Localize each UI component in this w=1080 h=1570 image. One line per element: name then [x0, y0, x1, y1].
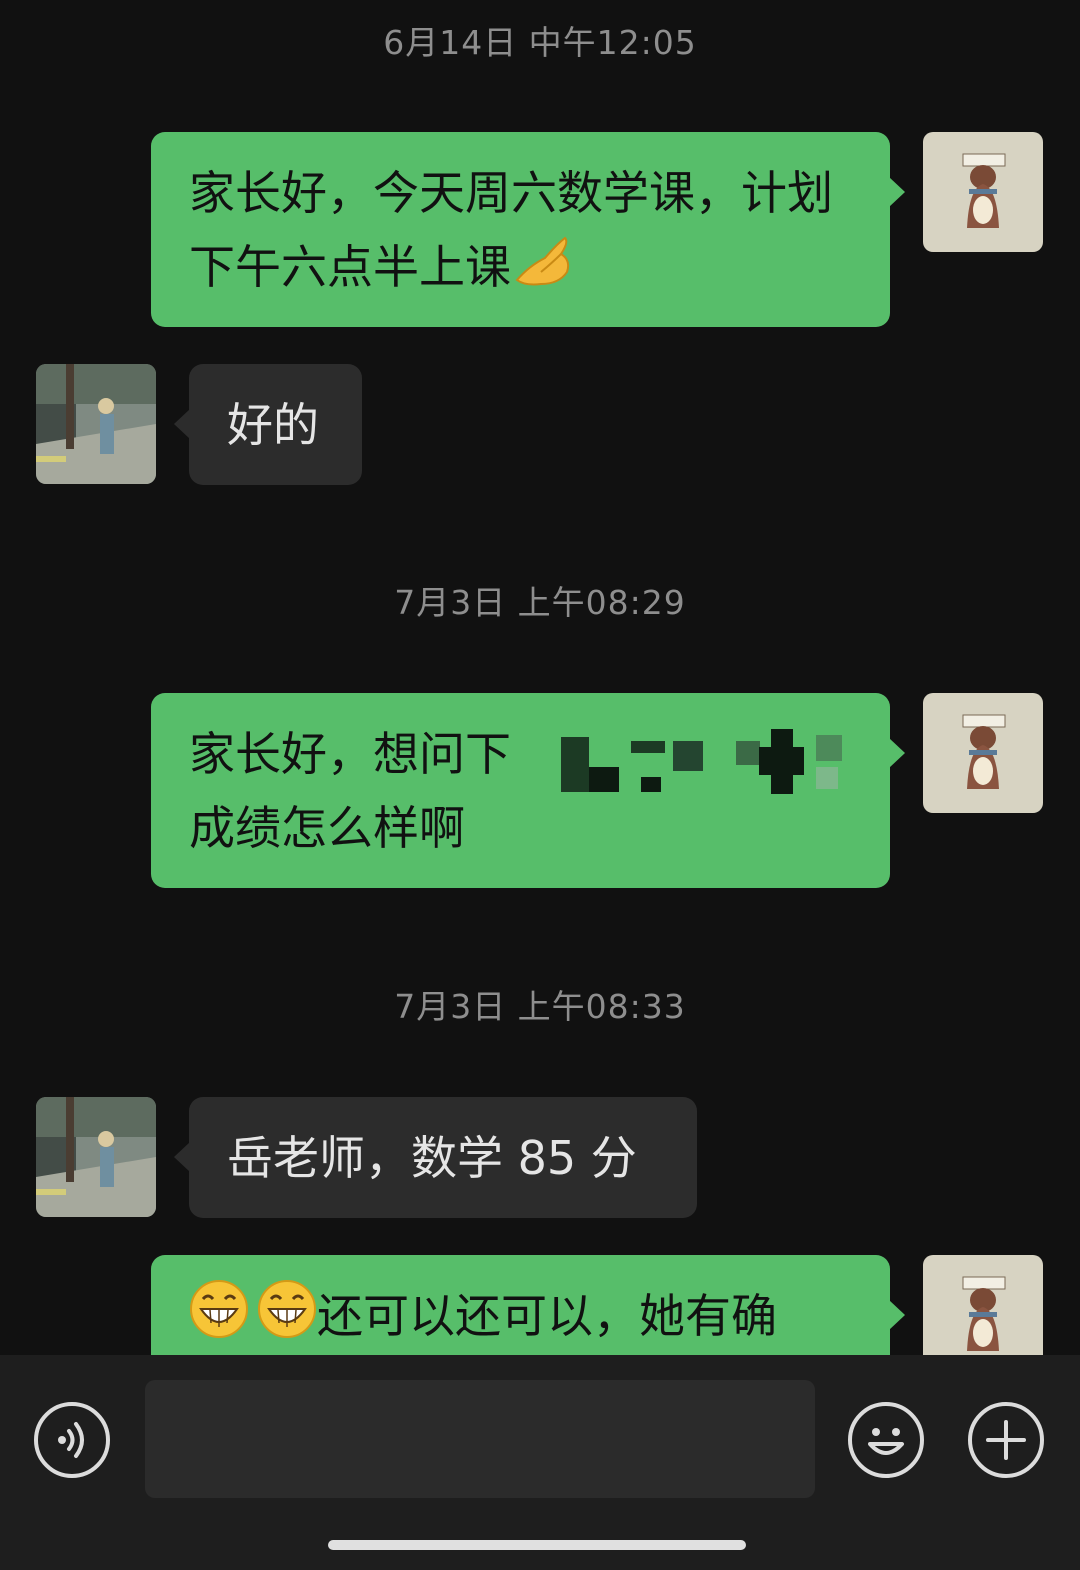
voice-button[interactable]	[34, 1402, 110, 1478]
grinning-face-emoji	[257, 1279, 317, 1355]
grinning-face-emoji	[189, 1279, 249, 1355]
timestamp: 7月3日 上午08:33	[394, 987, 686, 1026]
input-toolbar	[0, 1355, 1080, 1570]
timestamp: 6月14日 中午12:05	[383, 23, 697, 62]
received-message-bubble[interactable]: 好的	[174, 364, 362, 485]
plus-icon	[986, 1420, 1026, 1460]
received-message-bubble[interactable]: 岳老师，数学 85 分	[174, 1097, 697, 1218]
more-button[interactable]	[968, 1402, 1044, 1478]
pinched-hand-emoji	[511, 232, 577, 309]
timestamp: 7月3日 上午08:29	[394, 583, 686, 622]
contact-avatar[interactable]	[36, 364, 156, 484]
chat-area[interactable]: 6月14日 中午12:05 家长好，今天周六数学课，计划下午六点半上课 好的 7…	[0, 0, 1080, 1355]
sent-message-bubble[interactable]: 家长好，今天周六数学课，计划下午六点半上课	[151, 132, 905, 327]
voice-icon	[58, 1422, 84, 1458]
message-input[interactable]	[145, 1380, 815, 1498]
my-avatar[interactable]	[923, 1255, 1043, 1355]
emoji-button[interactable]	[848, 1402, 924, 1478]
smiley-icon	[868, 1428, 904, 1455]
message-text: 好的	[227, 398, 319, 452]
sent-message-bubble[interactable]: 还可以还可以，她有确	[151, 1255, 905, 1355]
sent-message-bubble[interactable]: 家长好，想问下 成绩怎么样啊	[151, 693, 905, 888]
message-text: 岳老师，数学 85 分	[227, 1131, 637, 1185]
home-indicator	[328, 1540, 746, 1550]
my-avatar[interactable]	[923, 693, 1043, 813]
contact-avatar[interactable]	[36, 1097, 156, 1217]
message-text-line: 成绩怎么样啊	[189, 801, 465, 855]
my-avatar[interactable]	[923, 132, 1043, 252]
message-text: 还可以还可以，她有确	[317, 1289, 777, 1343]
pixelated-redaction	[561, 729, 861, 799]
